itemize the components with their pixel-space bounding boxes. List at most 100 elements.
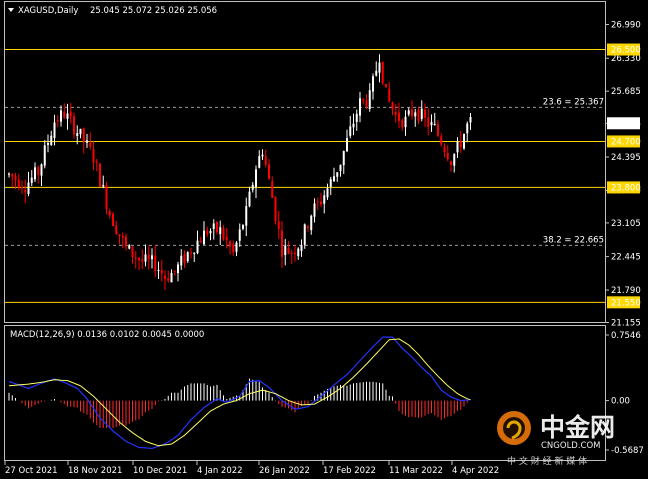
candle-body: [300, 245, 303, 251]
time-tick-label: 27 Oct 2021: [5, 466, 58, 476]
candle-body: [112, 213, 114, 227]
candle-body: [329, 179, 332, 187]
candle-body: [238, 229, 241, 241]
candle-body: [404, 116, 407, 128]
candle-body: [469, 116, 472, 123]
macd-signal-line: [8, 338, 471, 447]
candle-body: [463, 134, 465, 149]
candle-body: [37, 167, 40, 175]
chart-header: XAGUSD,Daily 25.045 25.072 25.026 25.056: [8, 6, 217, 16]
candle-body: [281, 230, 283, 257]
time-tick-label: 18 Nov 2021: [68, 466, 122, 476]
candle-body: [40, 164, 43, 176]
candle-body: [167, 278, 170, 281]
macd-tick-label: -0.5687: [611, 446, 644, 456]
candle-body: [414, 112, 417, 117]
candle-body: [30, 177, 33, 183]
candle-body: [342, 150, 345, 166]
candle-body: [294, 252, 296, 254]
dropdown-triangle-icon[interactable]: [8, 8, 14, 12]
candle-body: [381, 61, 384, 84]
candle-body: [251, 184, 254, 190]
symbol-label: XAGUSD,Daily: [18, 6, 78, 16]
candle-body: [99, 163, 101, 187]
candle-body: [388, 88, 391, 102]
candle-body: [183, 254, 186, 264]
candle-body: [125, 236, 127, 247]
candle-body: [287, 247, 290, 254]
candle-body: [95, 161, 98, 163]
candle-body: [427, 117, 430, 127]
candle-body: [147, 254, 150, 260]
candle-body: [180, 255, 183, 266]
candle-body: [63, 111, 66, 118]
macd-tick-label: 0.7546: [611, 331, 641, 341]
candle-body: [160, 270, 163, 274]
candle-body: [14, 176, 17, 181]
candle-body: [222, 228, 225, 239]
candle-body: [177, 264, 179, 274]
candle-body: [248, 191, 251, 207]
candle-body: [206, 230, 209, 235]
price-tick-label: 24.395: [611, 153, 641, 163]
candle-body: [170, 272, 173, 283]
candle-body: [216, 221, 218, 233]
chart-lines: [5, 49, 605, 303]
candle-body: [313, 203, 316, 217]
candle-body: [225, 236, 228, 241]
level-price-label: 24.700: [611, 137, 641, 147]
candle-body: [199, 241, 202, 243]
candle-body: [456, 141, 459, 153]
candle-body: [102, 185, 105, 187]
candle-body: [333, 176, 335, 182]
candle-body: [186, 252, 189, 262]
candle-body: [407, 110, 410, 115]
price-tick-label: 22.445: [611, 253, 641, 263]
candle-body: [144, 254, 147, 262]
candle-body: [108, 211, 111, 216]
candle-body: [27, 182, 30, 195]
level-price-label: 26.500: [611, 46, 641, 56]
price-axis: 26.99026.33025.68524.39523.74023.10522.4…: [605, 21, 641, 329]
macd-tick-label: 0.00: [611, 397, 630, 407]
candle-body: [297, 248, 300, 257]
candle-body: [268, 164, 270, 179]
candle-body: [466, 123, 469, 134]
candle-body: [69, 111, 72, 117]
candle-body: [229, 241, 231, 247]
candle-body: [339, 164, 342, 172]
candle-body: [401, 119, 404, 128]
candle-body: [368, 90, 371, 109]
candle-body: [355, 113, 358, 122]
candle-body: [307, 226, 309, 229]
candle-body: [394, 111, 397, 115]
candle-body: [450, 161, 452, 165]
candles: [8, 54, 472, 291]
candle-body: [440, 136, 443, 145]
candle-body: [164, 275, 166, 279]
macd-title: MACD(12,26,9) 0.0136 0.0102 0.0045 0.000…: [10, 330, 204, 340]
watermark-name: 中金网: [540, 413, 615, 442]
time-tick-label: 4 Apr 2022: [452, 466, 499, 476]
candle-body: [375, 70, 378, 76]
chart-window[interactable]: XAGUSD,Daily 25.045 25.072 25.026 25.056…: [0, 0, 648, 479]
candle-body: [66, 113, 69, 119]
candle-body: [128, 245, 131, 249]
candle-body: [212, 223, 215, 229]
level-price-label: 21.550: [611, 298, 641, 308]
time-tick-label: 26 Jan 2022: [259, 466, 310, 476]
candle-body: [372, 76, 374, 92]
candle-body: [323, 195, 326, 204]
candle-body: [378, 62, 381, 73]
candle-body: [131, 246, 134, 258]
candle-body: [271, 181, 274, 198]
candle-body: [60, 110, 62, 122]
time-axis: 27 Oct 2021 18 Nov 2021 10 Dec 2021 4 Jan 2…: [4, 461, 499, 476]
candle-body: [359, 98, 361, 116]
cngold-watermark: 中金网 CNGOLD.COM 中 文 财 经 新 媒 体: [497, 411, 615, 467]
candle-body: [24, 190, 27, 193]
candle-body: [151, 255, 153, 260]
candle-body: [17, 179, 20, 188]
candle-body: [232, 244, 235, 253]
watermark-url: CNGOLD.COM: [541, 441, 601, 451]
